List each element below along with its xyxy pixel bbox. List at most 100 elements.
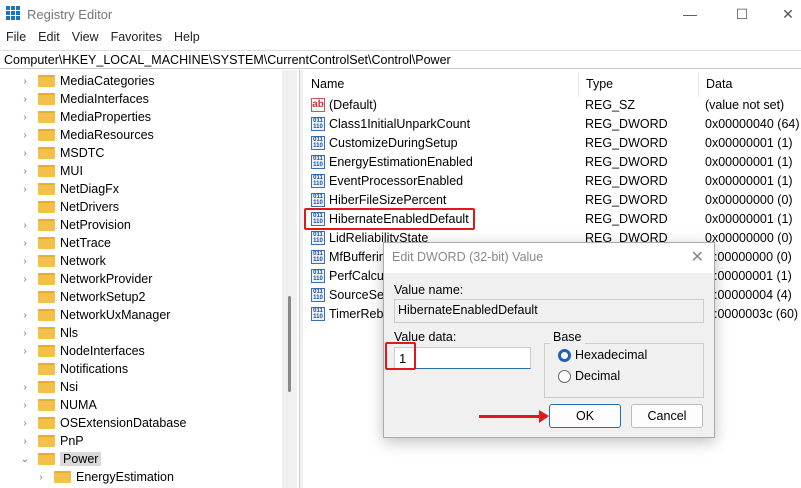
dword-value-icon: 011 110 bbox=[311, 136, 325, 150]
tree-item[interactable]: › Nls bbox=[20, 324, 78, 342]
expand-chevron-icon[interactable]: › bbox=[20, 94, 30, 105]
radio-decimal[interactable]: Decimal bbox=[558, 369, 620, 383]
tree-item[interactable]: › NetDiagFx bbox=[20, 180, 119, 198]
tree-scrollbar-thumb[interactable] bbox=[288, 296, 291, 392]
tree-item-label: MUI bbox=[60, 164, 83, 178]
tree-item[interactable]: › NodeInterfaces bbox=[20, 342, 144, 360]
expand-chevron-icon[interactable]: › bbox=[36, 472, 46, 483]
expand-chevron-icon[interactable]: › bbox=[20, 310, 30, 321]
expand-chevron-icon[interactable]: › bbox=[20, 184, 30, 195]
key-tree[interactable]: › MediaCategories › MediaInterfaces › MediaPr… bbox=[0, 70, 297, 488]
list-row[interactable]: ab (Default) REG_SZ (value not set) bbox=[304, 96, 801, 115]
expand-chevron-icon[interactable]: › bbox=[20, 112, 30, 123]
tree-item[interactable]: › EnergyEstimation bbox=[36, 468, 174, 486]
expand-chevron-icon[interactable]: › bbox=[20, 400, 30, 411]
expand-chevron-icon[interactable]: › bbox=[20, 76, 30, 87]
close-button[interactable]: ✕ bbox=[768, 2, 801, 26]
column-header-name[interactable]: Name bbox=[304, 73, 579, 97]
expand-chevron-icon[interactable]: › bbox=[20, 346, 30, 357]
expand-chevron-icon[interactable]: › bbox=[20, 220, 30, 231]
ok-button[interactable]: OK bbox=[549, 404, 621, 428]
list-row[interactable]: 011 110 EventProcessorEnabled REG_DWORD 0x00… bbox=[304, 172, 801, 191]
expand-chevron-icon[interactable]: › bbox=[20, 256, 30, 267]
tree-item-label: NetDrivers bbox=[60, 200, 120, 214]
registry-editor-icon bbox=[6, 6, 20, 20]
radio-empty-icon bbox=[558, 369, 571, 383]
window-title: Registry Editor bbox=[27, 7, 113, 22]
folder-icon bbox=[38, 435, 55, 447]
tree-item[interactable]: › OSExtensionDatabase bbox=[20, 414, 186, 432]
string-value-icon: ab bbox=[311, 98, 325, 112]
menu-edit[interactable]: Edit bbox=[38, 30, 60, 48]
list-row[interactable]: 011 110 Class1InitialUnparkCount REG_DWORD 0… bbox=[304, 115, 801, 134]
value-type: REG_DWORD bbox=[585, 174, 668, 188]
expand-chevron-icon[interactable]: › bbox=[20, 418, 30, 429]
expand-chevron-icon[interactable]: ⌄ bbox=[20, 454, 30, 465]
tree-item-label: EnergyEstimation bbox=[76, 470, 174, 484]
dialog-title: Edit DWORD (32-bit) Value bbox=[384, 243, 714, 273]
tree-item[interactable]: › PnP bbox=[20, 432, 84, 450]
tree-item[interactable]: › NetProvision bbox=[20, 216, 131, 234]
address-bar[interactable]: Computer\HKEY_LOCAL_MACHINE\SYSTEM\Curre… bbox=[0, 50, 801, 69]
value-data: 0x00000001 (1) bbox=[705, 155, 793, 169]
expand-chevron-icon[interactable]: › bbox=[20, 148, 30, 159]
tree-item[interactable]: › NetTrace bbox=[20, 234, 111, 252]
tree-item[interactable]: › MediaInterfaces bbox=[20, 90, 149, 108]
tree-item[interactable]: NetDrivers bbox=[20, 198, 119, 216]
value-data: 0x00000040 (64) bbox=[705, 117, 800, 131]
tree-scrollbar[interactable] bbox=[282, 70, 297, 488]
folder-icon bbox=[54, 471, 71, 483]
tree-item-label: Network bbox=[60, 254, 106, 268]
tree-item[interactable]: › MediaResources bbox=[20, 126, 154, 144]
tree-item[interactable]: › MediaCategories bbox=[20, 72, 155, 90]
expand-chevron-icon[interactable]: › bbox=[20, 436, 30, 447]
tree-item[interactable]: NetworkSetup2 bbox=[20, 288, 145, 306]
folder-icon bbox=[38, 111, 55, 123]
column-header-data[interactable]: Data bbox=[699, 73, 801, 97]
folder-icon bbox=[38, 75, 55, 87]
tree-item[interactable]: › Network bbox=[20, 252, 106, 270]
folder-icon bbox=[38, 219, 55, 231]
value-data: 0x00000001 (1) bbox=[705, 174, 793, 188]
expand-chevron-icon[interactable]: › bbox=[20, 130, 30, 141]
minimize-button[interactable]: — bbox=[670, 2, 710, 26]
expand-chevron-icon[interactable]: › bbox=[20, 166, 30, 177]
tree-item[interactable]: › NetworkProvider bbox=[20, 270, 152, 288]
tree-item-label: PnP bbox=[60, 434, 84, 448]
tree-item[interactable]: ⌄ Power bbox=[20, 450, 102, 468]
expand-chevron-icon[interactable]: › bbox=[20, 238, 30, 249]
pane-splitter[interactable] bbox=[299, 70, 303, 488]
list-row[interactable]: 011 110 CustomizeDuringSetup REG_DWORD 0x000… bbox=[304, 134, 801, 153]
menu-help[interactable]: Help bbox=[174, 30, 200, 48]
menu-file[interactable]: File bbox=[6, 30, 26, 48]
folder-icon bbox=[38, 165, 55, 177]
tree-item[interactable]: › MediaProperties bbox=[20, 108, 151, 126]
menu-view[interactable]: View bbox=[72, 30, 99, 48]
folder-icon bbox=[38, 363, 55, 375]
menu-favorites[interactable]: Favorites bbox=[111, 30, 162, 48]
dialog-close-icon[interactable]: ✕ bbox=[691, 247, 704, 267]
expand-chevron-icon[interactable]: › bbox=[20, 328, 30, 339]
tree-item[interactable]: › NetworkUxManager bbox=[20, 306, 170, 324]
value-name: HiberFileSizePercent bbox=[329, 193, 447, 207]
column-header-type[interactable]: Type bbox=[579, 73, 699, 97]
tree-item[interactable]: Notifications bbox=[20, 360, 128, 378]
tree-item-label: MediaProperties bbox=[60, 110, 152, 124]
tree-item[interactable]: › Nsi bbox=[20, 378, 78, 396]
value-name: SourceSett bbox=[329, 288, 391, 302]
tree-item-label: MediaCategories bbox=[60, 74, 155, 88]
tree-item[interactable]: › MSDTC bbox=[20, 144, 104, 162]
expand-chevron-icon[interactable]: › bbox=[20, 274, 30, 285]
tree-item-label: MediaResources bbox=[60, 128, 154, 142]
tree-item-label: Nsi bbox=[60, 380, 79, 394]
tree-item[interactable]: › NUMA bbox=[20, 396, 96, 414]
value-data: 0x00000001 (1) bbox=[705, 212, 793, 226]
expand-chevron-icon[interactable]: › bbox=[20, 382, 30, 393]
cancel-button[interactable]: Cancel bbox=[631, 404, 703, 428]
tree-item[interactable]: › MUI bbox=[20, 162, 83, 180]
maximize-button[interactable]: ☐ bbox=[722, 2, 762, 26]
list-row[interactable]: 011 110 EnergyEstimationEnabled REG_DWORD 0x… bbox=[304, 153, 801, 172]
folder-icon bbox=[38, 327, 55, 339]
value-name: EnergyEstimationEnabled bbox=[329, 155, 473, 169]
radio-hexadecimal[interactable]: Hexadecimal bbox=[558, 348, 647, 362]
